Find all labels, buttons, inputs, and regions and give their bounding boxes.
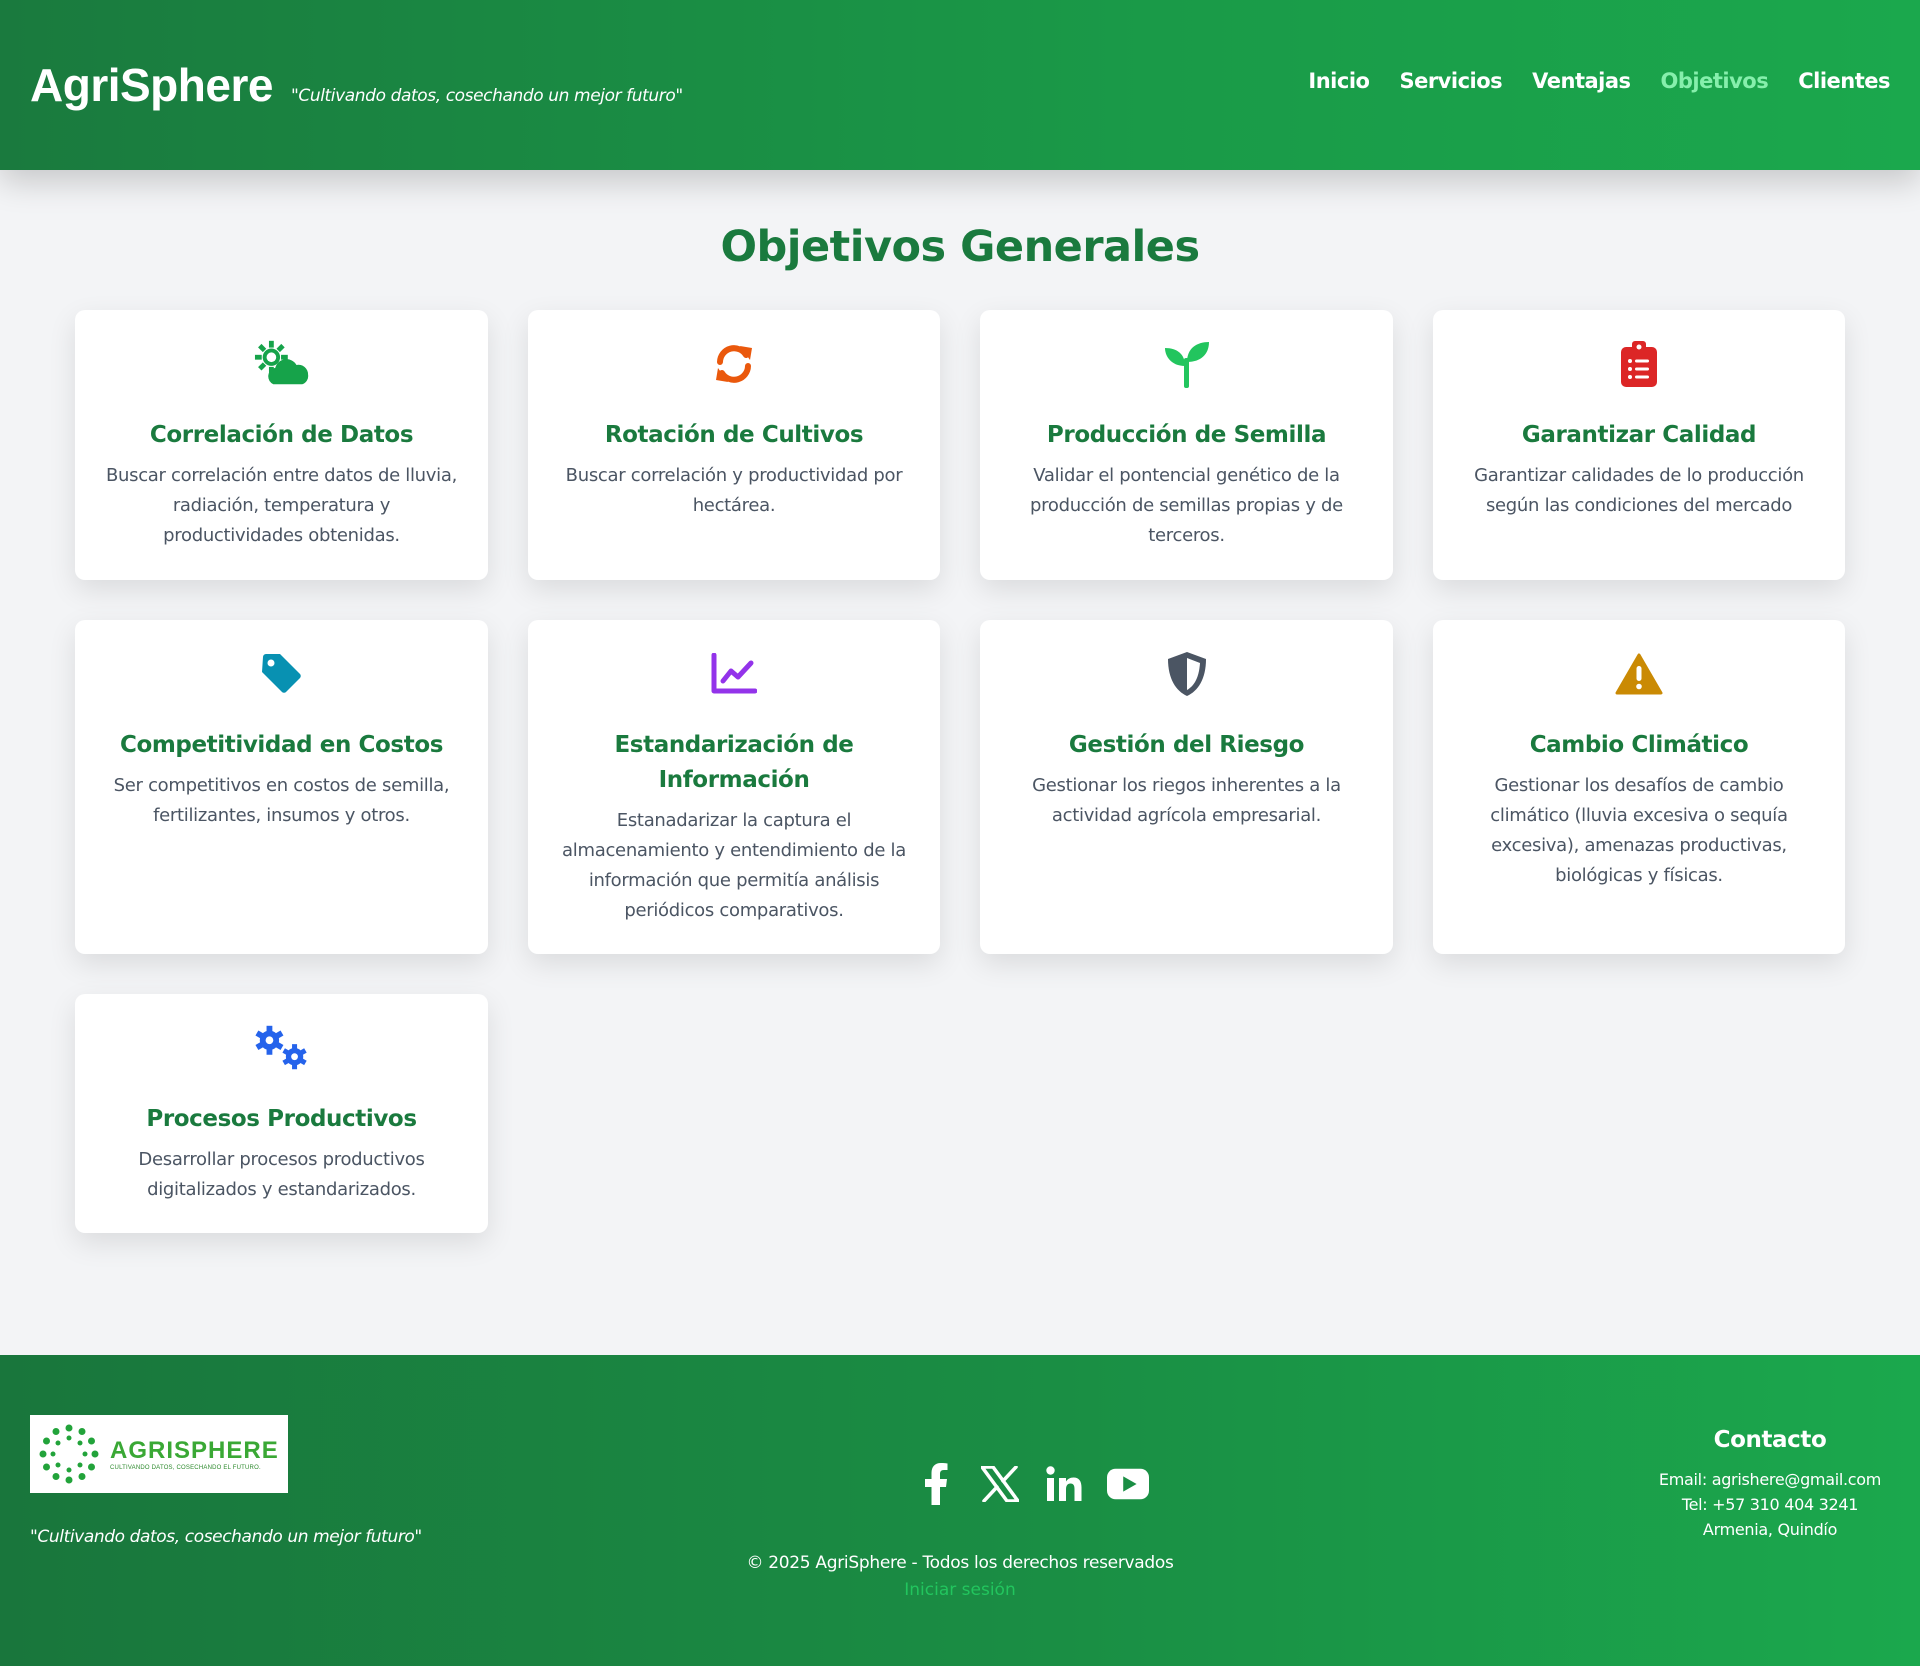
logo-text: AGRISPHERE CULTIVANDO DATOS, COSECHANDO …: [110, 1437, 279, 1471]
nav-inicio[interactable]: Inicio: [1308, 69, 1370, 93]
main-nav: Inicio Servicios Ventajas Objetivos Clie…: [1308, 69, 1890, 93]
seedling-icon: [1159, 338, 1215, 390]
card-title: Competitividad en Costos: [119, 732, 444, 758]
objective-card: Competitividad en Costos Ser competitivo…: [75, 620, 488, 954]
youtube-icon[interactable]: [1107, 1463, 1149, 1505]
brand-tagline: "Cultivando datos, cosechando un mejor f…: [290, 86, 683, 106]
site-header: AgriSphere "Cultivando datos, cosechando…: [0, 0, 1920, 170]
contact-title: Contacto: [1713, 1427, 1827, 1453]
card-description: Garantizar calidades de lo producción se…: [1474, 465, 1804, 516]
nav-objetivos[interactable]: Objetivos: [1661, 69, 1769, 93]
nav-clientes[interactable]: Clientes: [1798, 69, 1890, 93]
card-title: Procesos Productivos: [146, 1106, 417, 1132]
card-description: Gestionar los riegos inherentes a la act…: [1032, 775, 1341, 826]
clipboard-list-icon: [1611, 338, 1667, 390]
login-link[interactable]: Iniciar sesión: [0, 1580, 1920, 1600]
card-description: Ser competitivos en costos de semilla, f…: [113, 775, 450, 826]
card-title: Cambio Climático: [1529, 732, 1749, 758]
card-title: Rotación de Cultivos: [604, 422, 864, 448]
shield-icon: [1159, 648, 1215, 700]
nav-ventajas[interactable]: Ventajas: [1532, 69, 1631, 93]
nav-servicios[interactable]: Servicios: [1399, 69, 1502, 93]
logo-word: AGRISPHERE: [110, 1437, 279, 1464]
sync-icon: [706, 338, 762, 390]
footer-logo[interactable]: AGRISPHERE CULTIVANDO DATOS, COSECHANDO …: [30, 1415, 288, 1493]
contact-block: Contacto Email: agrishere@gmail.com Tel:…: [1650, 1427, 1890, 1542]
objective-card: Garantizar Calidad Garantizar calidades …: [1433, 310, 1845, 580]
objective-card: Gestión del Riesgo Gestionar los riegos …: [980, 620, 1393, 954]
linkedin-icon[interactable]: [1043, 1463, 1085, 1505]
card-description: Gestionar los desafíos de cambio climáti…: [1490, 775, 1788, 886]
objective-card: Rotación de Cultivos Buscar correlación …: [528, 310, 940, 580]
copyright: © 2025 AgriSphere - Todos los derechos r…: [746, 1553, 1174, 1573]
objective-card: Producción de Semilla Validar el pontenc…: [980, 310, 1393, 580]
card-description: Buscar correlación y productividad por h…: [565, 465, 903, 516]
card-description: Desarrollar procesos productivos digital…: [138, 1149, 425, 1200]
card-title: Correlación de Datos: [149, 422, 414, 448]
objectives-section: Objetivos Generales Correlación de Datos…: [0, 170, 1920, 1355]
contact-phone: Tel: +57 310 404 3241: [1681, 1495, 1859, 1514]
facebook-icon[interactable]: [915, 1463, 957, 1505]
card-title: Estandarización de Información: [614, 732, 854, 793]
card-title: Garantizar Calidad: [1521, 422, 1757, 448]
objective-card: Procesos Productivos Desarrollar proceso…: [75, 994, 488, 1233]
card-description: Buscar correlación entre datos de lluvia…: [105, 465, 458, 546]
objective-card: Cambio Climático Gestionar los desafíos …: [1433, 620, 1845, 954]
chart-line-icon: [706, 648, 762, 700]
page-title: Objetivos Generales: [720, 222, 1200, 272]
contact-city: Armenia, Quindío: [1702, 1520, 1838, 1539]
card-description: Estanadarizar la captura el almacenamien…: [562, 810, 906, 921]
card-title: Producción de Semilla: [1046, 422, 1327, 448]
cloud-sun-icon: [254, 338, 310, 390]
cogs-icon: [254, 1022, 310, 1074]
warning-icon: [1611, 648, 1667, 700]
contact-email: Email: agrishere@gmail.com: [1658, 1470, 1882, 1489]
tag-icon: [254, 648, 310, 700]
objective-card: Estandarización de Información Estanadar…: [528, 620, 940, 954]
site-footer: AGRISPHERE CULTIVANDO DATOS, COSECHANDO …: [0, 1355, 1920, 1666]
brand-name[interactable]: AgriSphere: [30, 58, 273, 112]
card-description: Validar el pontencial genético de la pro…: [1030, 465, 1343, 546]
social-links: [915, 1463, 1149, 1505]
brand: AgriSphere "Cultivando datos, cosechando…: [30, 58, 683, 112]
objective-card: Correlación de Datos Buscar correlación …: [75, 310, 488, 580]
footer-tagline: "Cultivando datos, cosechando un mejor f…: [30, 1527, 422, 1547]
logo-subtitle: CULTIVANDO DATOS, COSECHANDO EL FUTURO.: [110, 1465, 261, 1471]
x-icon[interactable]: [979, 1463, 1021, 1505]
logo-dots-icon: [38, 1423, 100, 1485]
card-title: Gestión del Riesgo: [1068, 732, 1305, 758]
